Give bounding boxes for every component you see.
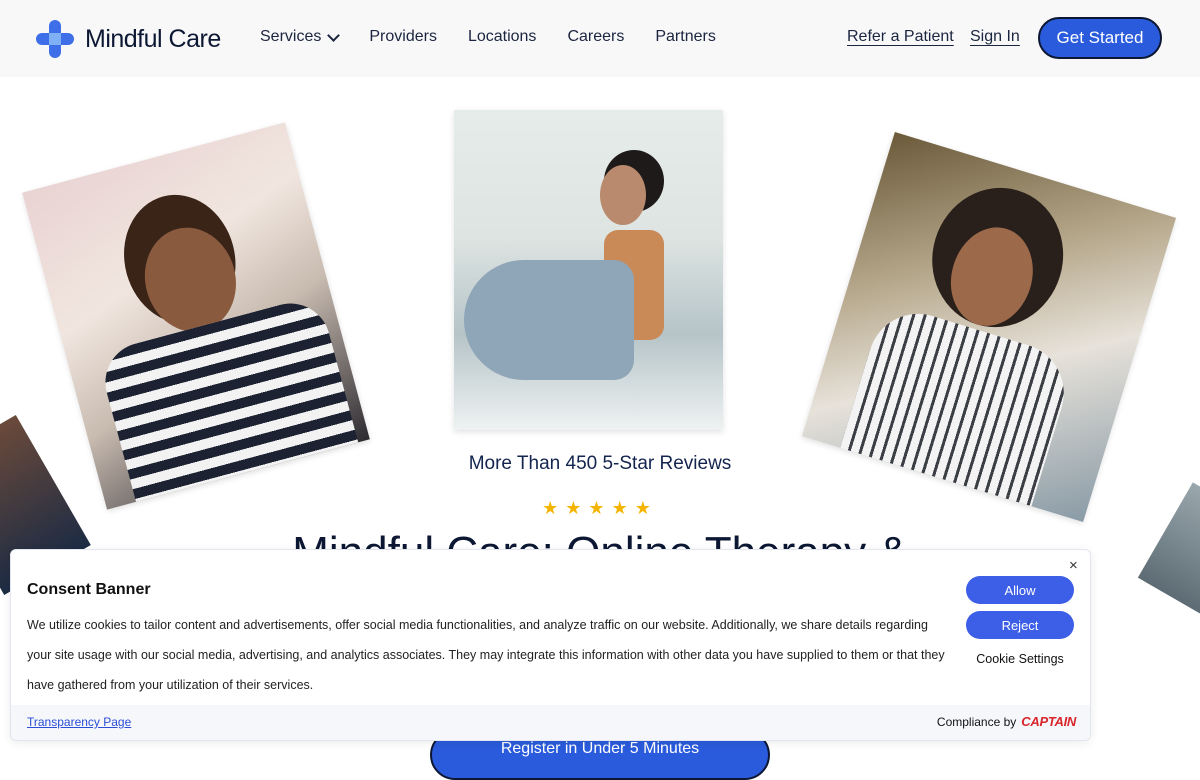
five-star-rating-icon: ★★★★★ — [542, 498, 658, 518]
cookie-settings-button[interactable]: Cookie Settings — [966, 652, 1074, 666]
allow-button[interactable]: Allow — [966, 576, 1074, 604]
logo-cross-icon — [35, 19, 75, 59]
refer-patient-link[interactable]: Refer a Patient — [847, 28, 954, 46]
nav-item-providers[interactable]: Providers — [369, 28, 437, 46]
compliance-credit: Compliance by CAPTAIN — [937, 714, 1076, 729]
consent-footer: Transparency Page Compliance by CAPTAIN — [11, 705, 1090, 740]
logo[interactable]: Mindful Care — [35, 19, 221, 59]
nav-item-careers[interactable]: Careers — [567, 28, 624, 46]
reviews-heading: More Than 450 5-Star Reviews — [468, 453, 732, 474]
sign-in-link[interactable]: Sign In — [970, 28, 1020, 46]
hero-photo-man — [22, 122, 370, 510]
hero-photo-woman-mug — [454, 110, 723, 430]
nav-item-locations[interactable]: Locations — [468, 28, 537, 46]
compliance-label: Compliance by — [936, 714, 1017, 729]
close-icon[interactable]: × — [1069, 557, 1078, 574]
get-started-button[interactable]: Get Started — [1038, 17, 1162, 59]
reject-button[interactable]: Reject — [966, 611, 1074, 639]
consent-body: We utilize cookies to tailor content and… — [27, 618, 945, 692]
logo-text: Mindful Care — [85, 24, 221, 53]
nav-item-label: Services — [260, 28, 322, 45]
chevron-down-icon — [327, 28, 341, 42]
consent-banner: × Consent Banner We utilize cookies to t… — [10, 549, 1091, 741]
transparency-page-link[interactable]: Transparency Page — [27, 715, 131, 729]
captain-logo[interactable]: CAPTAIN — [1021, 714, 1076, 729]
consent-title: Consent Banner — [27, 581, 151, 598]
site-header: Mindful Care Services Providers Location… — [0, 0, 1200, 77]
nav-item-partners[interactable]: Partners — [655, 28, 715, 46]
nav-item-services[interactable]: Services — [260, 28, 341, 46]
main-nav: Services Providers Locations Careers Par… — [260, 28, 747, 46]
